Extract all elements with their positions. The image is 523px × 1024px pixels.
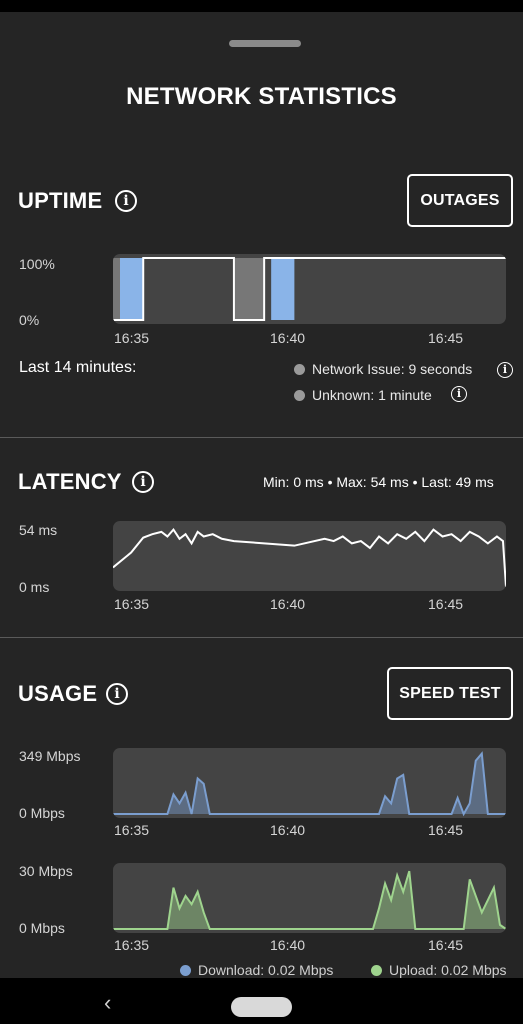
latency-title: LATENCY: [18, 469, 122, 494]
latency-line: [113, 527, 506, 588]
uptime-summary-label: Last 14 minutes:: [19, 359, 137, 376]
latency-x-tick-2: 16:40: [270, 596, 306, 612]
uptime-line: [113, 257, 506, 321]
divider: [0, 637, 523, 638]
download-x-tick-1: 16:35: [114, 822, 150, 838]
network-statistics-sheet: NETWORK STATISTICS UPTIME i OUTAGES 100%…: [0, 0, 523, 1024]
upload-chart-svg: [113, 870, 506, 930]
uptime-x-tick-1: 16:35: [114, 330, 150, 346]
unknown-info-icon[interactable]: i: [451, 386, 467, 402]
upload-legend: Upload: 0.02 Mbps: [389, 962, 507, 978]
uptime-y-bottom: 0%: [19, 312, 40, 328]
upload-y-bottom: 0 Mbps: [19, 920, 65, 936]
uptime-chart-svg: [113, 257, 506, 321]
uptime-y-top: 100%: [19, 256, 55, 272]
uptime-title: UPTIME: [18, 188, 103, 213]
upload-x-tick-2: 16:40: [270, 937, 306, 953]
upload-y-top: 30 Mbps: [19, 863, 73, 879]
back-icon[interactable]: ‹: [104, 990, 111, 1016]
upload-chart: [113, 863, 506, 933]
latency-y-top: 54 ms: [19, 522, 58, 538]
network-issue-legend: Network Issue: 9 seconds: [312, 361, 473, 377]
status-bar: [0, 0, 523, 12]
upload-x-tick-1: 16:35: [114, 937, 150, 953]
usage-info-icon[interactable]: i: [106, 683, 128, 705]
latency-stats: Min: 0 ms • Max: 54 ms • Last: 49 ms: [263, 474, 494, 490]
uptime-x-tick-3: 16:45: [428, 330, 464, 346]
uptime-x-tick-2: 16:40: [270, 330, 306, 346]
download-y-top: 349 Mbps: [19, 748, 81, 764]
network-issue-dot: [294, 364, 305, 375]
drag-handle[interactable]: [229, 40, 301, 47]
unknown-legend: Unknown: 1 minute: [312, 387, 432, 403]
divider: [0, 437, 523, 438]
latency-chart: [113, 521, 506, 591]
outages-button[interactable]: OUTAGES: [407, 174, 513, 227]
download-y-bottom: 0 Mbps: [19, 805, 65, 821]
network-issue-range: [120, 258, 144, 320]
download-chart: [113, 748, 506, 818]
upload-x-tick-3: 16:45: [428, 937, 464, 953]
home-button[interactable]: [231, 997, 292, 1017]
uptime-chart: [113, 254, 506, 324]
network-issue-range: [271, 258, 295, 320]
latency-y-bottom: 0 ms: [19, 579, 50, 595]
download-legend-dot: [180, 965, 191, 976]
unknown-dot: [294, 390, 305, 401]
latency-x-tick-3: 16:45: [428, 596, 464, 612]
latency-chart-svg: [113, 527, 506, 588]
upload-legend-dot: [371, 965, 382, 976]
download-x-tick-2: 16:40: [270, 822, 306, 838]
unknown-range: [233, 258, 265, 320]
speed-test-button[interactable]: SPEED TEST: [387, 667, 513, 720]
download-chart-svg: [113, 751, 506, 817]
download-area: [113, 753, 506, 814]
latency-info-icon[interactable]: i: [132, 471, 154, 493]
usage-title: USAGE: [18, 681, 98, 706]
download-x-tick-3: 16:45: [428, 822, 464, 838]
page-title: NETWORK STATISTICS: [126, 83, 397, 110]
uptime-info-icon[interactable]: i: [115, 190, 137, 212]
network-issue-info-icon[interactable]: i: [497, 362, 513, 378]
latency-x-tick-1: 16:35: [114, 596, 150, 612]
download-legend: Download: 0.02 Mbps: [198, 962, 334, 978]
